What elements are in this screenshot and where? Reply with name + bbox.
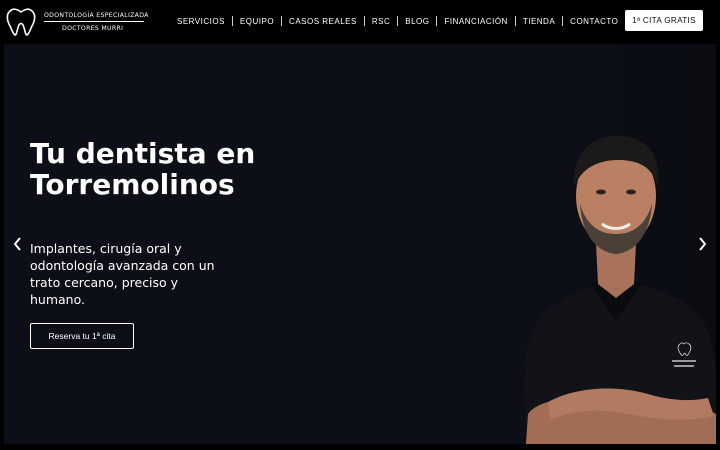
- nav-item-blog[interactable]: BLOG: [398, 17, 436, 26]
- nav-separator: [281, 16, 283, 26]
- hero-title: Tu dentista en Torremolinos: [30, 137, 256, 201]
- main-nav: SERVICIOS EQUIPO CASOS REALES RSC BLOG F…: [170, 14, 625, 28]
- nav-separator: [397, 16, 399, 26]
- page-bottom-edge: [0, 444, 720, 450]
- logo[interactable]: ODONTOLOGÍA ESPECIALIZADA DOCTORES MURRI: [4, 4, 148, 38]
- nav-separator: [436, 16, 438, 26]
- nav-item-servicios[interactable]: SERVICIOS: [170, 17, 232, 26]
- hero-subtitle: Implantes, cirugía oral y odontología av…: [30, 241, 215, 307]
- nav-item-casos-reales[interactable]: CASOS REALES: [282, 17, 364, 26]
- nav-item-equipo[interactable]: EQUIPO: [233, 17, 281, 26]
- hero-slider: Tu dentista en Torremolinos Implantes, c…: [4, 44, 716, 444]
- nav-item-financiacion[interactable]: FINANCIACIÓN: [437, 17, 514, 26]
- chevron-left-icon[interactable]: [10, 234, 26, 254]
- nav-separator: [514, 16, 516, 26]
- nav-separator: [363, 16, 365, 26]
- free-appointment-button[interactable]: 1ª CITA GRATIS: [625, 10, 703, 31]
- nav-separator: [231, 16, 233, 26]
- nav-item-contacto[interactable]: CONTACTO: [563, 17, 625, 26]
- book-appointment-button[interactable]: Reserva tu 1ª cita: [30, 323, 134, 349]
- logo-text-line1: ODONTOLOGÍA ESPECIALIZADA: [44, 12, 149, 19]
- tooth-logo-icon: [6, 8, 36, 36]
- logo-text-line2: DOCTORES MURRI: [62, 25, 124, 32]
- nav-item-tienda[interactable]: TIENDA: [516, 17, 562, 26]
- logo-divider: [44, 21, 144, 22]
- nav-separator: [562, 16, 564, 26]
- dentist-portrait: [524, 136, 716, 444]
- site-header: ODONTOLOGÍA ESPECIALIZADA DOCTORES MURRI…: [0, 0, 720, 42]
- nav-item-rsc[interactable]: RSC: [365, 17, 397, 26]
